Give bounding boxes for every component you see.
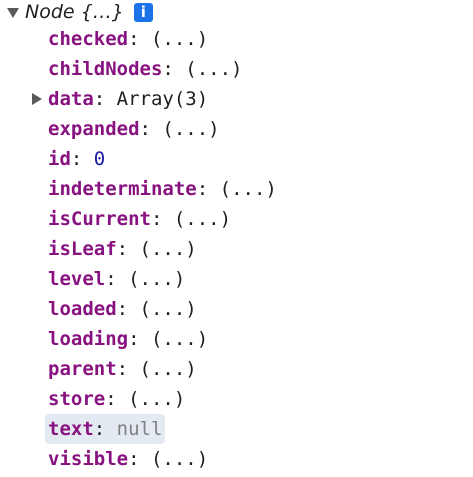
property-key: data bbox=[48, 88, 94, 110]
separator: : bbox=[105, 268, 117, 290]
node-header[interactable]: Node {…} i bbox=[25, 0, 153, 24]
property-row-data[interactable]: data: Array(3) bbox=[0, 84, 473, 114]
separator: : bbox=[116, 358, 129, 380]
property-row-store[interactable]: store: (...) bbox=[0, 384, 473, 414]
property-key: isLeaf bbox=[48, 238, 117, 260]
property-key: isCurrent bbox=[48, 208, 151, 230]
separator: : bbox=[116, 298, 129, 320]
property-value[interactable]: (...) bbox=[140, 298, 197, 320]
property-row-indeterminate[interactable]: indeterminate: (...) bbox=[0, 174, 473, 204]
property-value[interactable]: (...) bbox=[174, 208, 231, 230]
property-row-isCurrent[interactable]: isCurrent: (...) bbox=[0, 204, 473, 234]
property-value[interactable]: (...) bbox=[162, 118, 219, 140]
property-key: loaded bbox=[48, 298, 117, 320]
separator: : bbox=[196, 178, 209, 200]
separator: : bbox=[116, 238, 129, 260]
separator: : bbox=[150, 208, 163, 230]
property-value[interactable]: (...) bbox=[151, 448, 208, 470]
property-row-loaded[interactable]: loaded: (...) bbox=[0, 294, 473, 324]
property-value[interactable]: (...) bbox=[151, 28, 208, 50]
property-row-parent[interactable]: parent: (...) bbox=[0, 354, 473, 384]
property-key: loading bbox=[48, 328, 129, 350]
property-key: id bbox=[48, 148, 71, 170]
hovered-property[interactable]: text: null bbox=[45, 414, 166, 444]
node-header-label: Node {…} bbox=[25, 1, 124, 23]
property-key: level bbox=[48, 268, 106, 290]
info-icon[interactable]: i bbox=[133, 3, 153, 22]
property-row-expanded[interactable]: expanded: (...) bbox=[0, 114, 473, 144]
separator: : bbox=[105, 388, 117, 410]
property-value[interactable]: (...) bbox=[128, 268, 185, 290]
separator: : bbox=[128, 28, 140, 50]
property-row-checked[interactable]: checked: (...) bbox=[0, 24, 473, 54]
property-row-text[interactable]: text: null bbox=[0, 414, 473, 444]
property-key: visible bbox=[48, 448, 129, 470]
collapse-arrow-icon[interactable] bbox=[32, 93, 42, 105]
property-key: text bbox=[48, 418, 94, 440]
property-value[interactable]: (...) bbox=[220, 178, 277, 200]
separator: : bbox=[139, 118, 151, 140]
property-value[interactable]: (...) bbox=[128, 388, 185, 410]
node-header-row[interactable]: Node {…} i bbox=[0, 0, 473, 24]
object-tree: Node {…} i checked: (...) childNodes: (..… bbox=[0, 0, 473, 474]
separator: : bbox=[128, 448, 140, 470]
property-value[interactable]: (...) bbox=[140, 358, 197, 380]
property-row-visible[interactable]: visible: (...) bbox=[0, 444, 473, 474]
property-value: null bbox=[116, 418, 163, 440]
property-value: 0 bbox=[93, 148, 106, 170]
property-row-id[interactable]: id: 0 bbox=[0, 144, 473, 174]
property-row-level[interactable]: level: (...) bbox=[0, 264, 473, 294]
property-key: childNodes bbox=[48, 58, 163, 80]
property-key: indeterminate bbox=[48, 178, 197, 200]
property-value[interactable]: (...) bbox=[140, 238, 197, 260]
property-key: checked bbox=[48, 28, 129, 50]
property-key: parent bbox=[48, 358, 117, 380]
separator: : bbox=[93, 88, 106, 110]
expand-arrow-icon[interactable] bbox=[7, 8, 19, 18]
separator: : bbox=[162, 58, 174, 80]
property-key: store bbox=[48, 388, 106, 410]
property-value[interactable]: Array(3) bbox=[117, 88, 209, 110]
separator: : bbox=[128, 328, 140, 350]
property-row-childNodes[interactable]: childNodes: (...) bbox=[0, 54, 473, 84]
property-value[interactable]: (...) bbox=[185, 58, 242, 80]
property-row-isLeaf[interactable]: isLeaf: (...) bbox=[0, 234, 473, 264]
separator: : bbox=[93, 418, 106, 440]
separator: : bbox=[70, 148, 83, 170]
property-key: expanded bbox=[48, 118, 140, 140]
property-row-loading[interactable]: loading: (...) bbox=[0, 324, 473, 354]
property-value[interactable]: (...) bbox=[151, 328, 208, 350]
